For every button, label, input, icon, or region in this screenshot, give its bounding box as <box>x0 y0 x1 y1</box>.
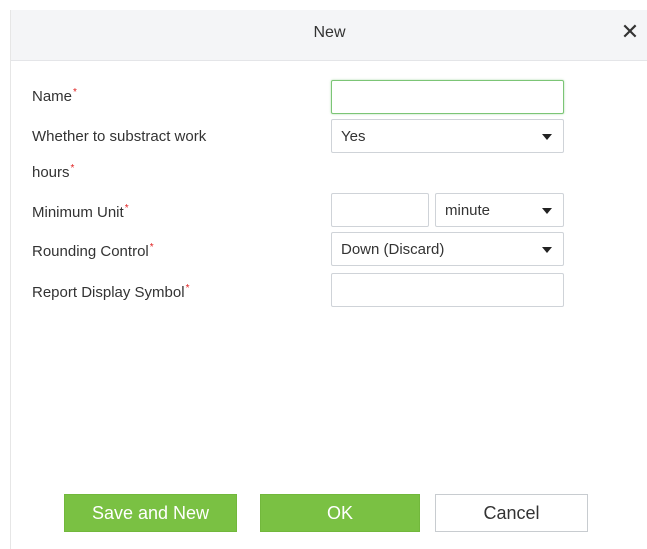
min-unit-input[interactable] <box>331 193 429 227</box>
close-icon[interactable]: ✕ <box>618 20 642 44</box>
rounding-label: Rounding Control* <box>32 242 154 260</box>
ok-button[interactable]: OK <box>260 494 420 532</box>
subtract-hours-select[interactable]: Yes <box>331 119 564 153</box>
subtract-hours-value: Yes <box>341 128 366 145</box>
min-unit-select[interactable]: minute <box>435 193 564 227</box>
min-unit-unit-value: minute <box>445 202 491 219</box>
required-mark: * <box>73 87 77 98</box>
dialog-titlebar: New ✕ <box>11 10 647 61</box>
report-symbol-label: Report Display Symbol* <box>32 283 190 301</box>
cancel-button[interactable]: Cancel <box>435 494 588 532</box>
required-mark: * <box>149 242 154 253</box>
subtract-label-line1: Whether to substract work <box>32 128 207 145</box>
dialog-title: New <box>313 24 346 41</box>
report-symbol-input[interactable] <box>331 273 564 307</box>
chevron-down-icon <box>542 247 552 253</box>
name-input[interactable] <box>331 80 564 114</box>
required-mark: * <box>185 283 190 294</box>
save-and-new-button[interactable]: Save and New <box>64 494 237 532</box>
chevron-down-icon <box>542 134 552 140</box>
required-mark: * <box>70 163 75 174</box>
min-unit-label: Minimum Unit* <box>32 203 129 221</box>
chevron-down-icon <box>542 208 552 214</box>
required-mark: * <box>124 203 129 214</box>
rounding-select[interactable]: Down (Discard) <box>331 232 564 266</box>
name-label: Name* <box>32 87 77 105</box>
rounding-value: Down (Discard) <box>341 241 445 258</box>
subtract-label-line2: hours* <box>32 163 75 181</box>
